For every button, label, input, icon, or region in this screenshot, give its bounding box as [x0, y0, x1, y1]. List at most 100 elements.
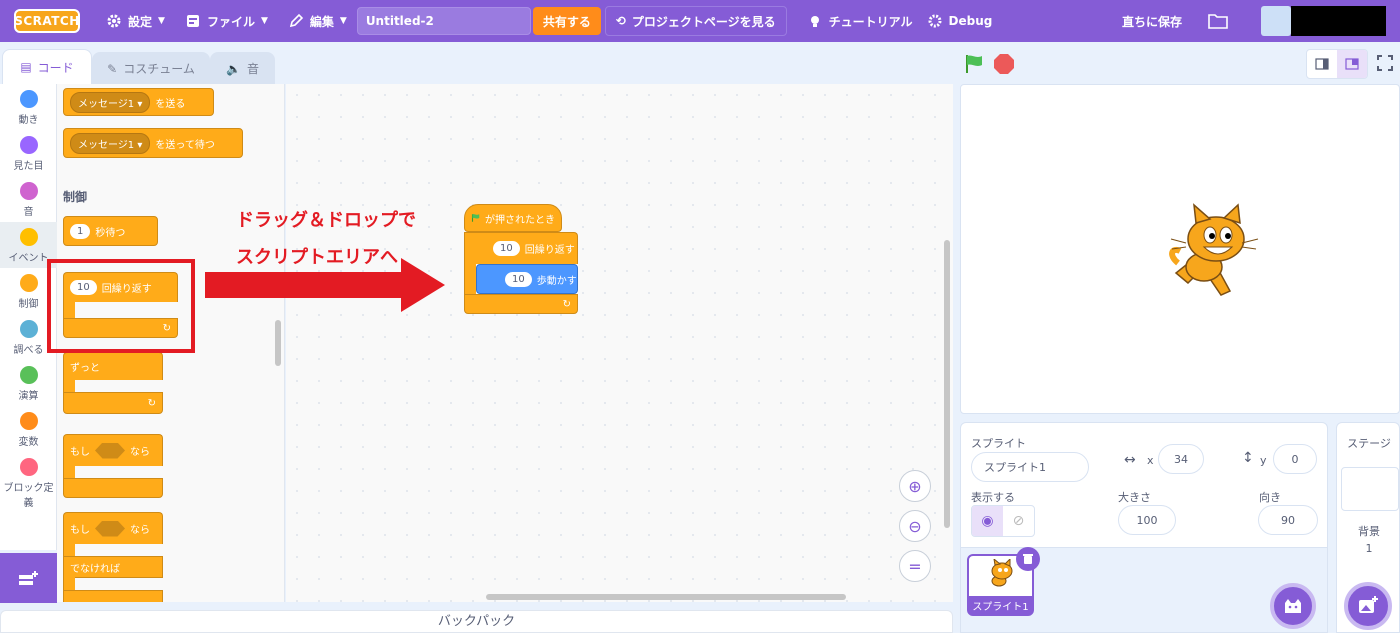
control-section-label: 制御: [63, 190, 88, 204]
tab-code[interactable]: ▤ コード: [2, 49, 92, 84]
cat-sprite[interactable]: [1166, 203, 1261, 299]
tutorials-menu[interactable]: チュートリアル: [797, 0, 923, 42]
scratch-logo[interactable]: SCRATCH: [14, 9, 80, 33]
user-name-redacted[interactable]: [1291, 6, 1386, 36]
zoom-in-button[interactable]: ⊕: [899, 470, 931, 502]
sprite-label: スプライト: [971, 437, 1026, 450]
broadcast-block[interactable]: メッセージ1 ▾ を送る: [63, 88, 214, 116]
condition-slot[interactable]: [95, 520, 125, 537]
category-sound[interactable]: 音: [0, 176, 57, 222]
category-looks[interactable]: 見た目: [0, 130, 57, 176]
folder-icon[interactable]: [1208, 12, 1228, 30]
zoom-reset-button[interactable]: =: [899, 550, 931, 582]
small-stage-button[interactable]: [1307, 50, 1337, 78]
tab-sounds[interactable]: 🔈 音: [210, 52, 275, 84]
debug-menu[interactable]: Debug: [923, 0, 1003, 42]
eye-icon: ◉: [981, 513, 994, 529]
forever-block[interactable]: ずっと: [63, 352, 163, 380]
hide-button[interactable]: ⊘: [1003, 506, 1034, 536]
share-button[interactable]: 共有する: [532, 7, 601, 35]
direction-field[interactable]: 90: [1258, 505, 1318, 535]
sprite-tile-name: スプライト1: [969, 596, 1032, 614]
forever-block-footer: ↻: [63, 392, 163, 414]
zoom-out-button[interactable]: ⊖: [899, 510, 931, 542]
arrows-vertical-icon: ↕: [1242, 450, 1254, 466]
debug-gear-icon: [928, 14, 942, 28]
category-dot: [19, 274, 38, 292]
avatar[interactable]: [1261, 6, 1291, 36]
if-then-block[interactable]: もし なら: [63, 434, 163, 466]
script-vertical-scrollbar[interactable]: [944, 240, 950, 528]
cat-thumbnail: [991, 559, 1013, 587]
broadcast-and-wait-block[interactable]: メッセージ1 ▾ を送って待つ: [63, 128, 243, 158]
hat-label: が押されたとき: [485, 214, 555, 226]
else-label: でなければ: [70, 563, 120, 575]
x-position-field[interactable]: 34: [1158, 444, 1204, 474]
save-now-button[interactable]: 直ちに保存: [1122, 0, 1182, 42]
delete-sprite-button[interactable]: [1016, 547, 1040, 571]
debug-label: Debug: [948, 14, 993, 28]
script-repeat-block[interactable]: 10 回繰り返す: [464, 232, 578, 264]
small-stage-icon: [1315, 58, 1329, 70]
if-else-block[interactable]: もし なら: [63, 512, 163, 544]
then-label: なら: [130, 525, 150, 536]
if-else-block-footer: [63, 590, 163, 602]
file-menu[interactable]: ファイル ▼: [175, 0, 278, 42]
y-position-field[interactable]: 0: [1273, 444, 1317, 474]
speaker-icon: 🔈: [226, 61, 241, 76]
settings-menu[interactable]: 設定 ▼: [96, 0, 175, 42]
script-move-steps-input[interactable]: 10: [505, 271, 532, 287]
script-area[interactable]: [286, 84, 953, 602]
tab-code-label: コード: [37, 60, 74, 75]
add-backdrop-button[interactable]: [1344, 582, 1392, 630]
script-repeat-count-input[interactable]: 10: [493, 241, 520, 256]
if-else-block-arm: [63, 543, 75, 557]
category-operators[interactable]: 演算: [0, 360, 57, 406]
edit-menu[interactable]: 編集 ▼: [278, 0, 357, 42]
script-horizontal-scrollbar[interactable]: [486, 594, 846, 600]
category-dot: [19, 412, 38, 430]
stop-button[interactable]: [994, 54, 1014, 74]
category-variables[interactable]: 変数: [0, 406, 57, 452]
script-move-block[interactable]: 10 歩動かす: [476, 264, 578, 294]
tab-costumes[interactable]: ✎ コスチューム: [92, 52, 210, 84]
normal-stage-button[interactable]: [1337, 50, 1367, 78]
forever-block-arm: [63, 379, 75, 393]
pencil-icon: [289, 13, 304, 28]
stage-canvas[interactable]: [960, 84, 1400, 414]
wait-seconds-input[interactable]: 1: [70, 223, 91, 239]
settings-label: 設定: [128, 14, 153, 29]
loop-arrow-icon: ↻: [147, 397, 156, 409]
condition-slot[interactable]: [95, 442, 125, 459]
backpack[interactable]: バックパック: [0, 610, 953, 633]
script-repeat-footer: ↻: [464, 294, 578, 314]
green-flag-button[interactable]: [963, 53, 985, 75]
show-button[interactable]: ◉: [972, 506, 1003, 536]
project-page-button[interactable]: ⟲ プロジェクトページを見る: [604, 6, 787, 36]
loop-arrow-icon: ↻: [562, 298, 571, 310]
file-icon: [186, 15, 199, 27]
highlight-box: [47, 259, 195, 353]
category-dot: [19, 136, 38, 154]
sprite-name-field[interactable]: スプライト1: [971, 452, 1089, 482]
project-title-input[interactable]: [356, 7, 531, 35]
stage-thumbnail[interactable]: [1341, 467, 1399, 511]
file-label: ファイル: [206, 14, 255, 29]
fullscreen-icon[interactable]: [1374, 52, 1396, 74]
normal-stage-icon: [1345, 58, 1359, 70]
wait-block[interactable]: 1 秒待つ: [63, 216, 158, 246]
lightbulb-icon: [810, 16, 819, 27]
category-label: 制御: [18, 299, 39, 310]
message-dropdown[interactable]: メッセージ1 ▾: [70, 91, 151, 113]
when-flag-clicked-block[interactable]: が押されたとき: [464, 204, 562, 232]
add-sprite-button[interactable]: [1270, 583, 1316, 629]
palette-scrollbar[interactable]: [275, 320, 281, 366]
editor-tabs: ▤ コード ✎ コスチューム 🔈 音: [0, 42, 960, 84]
category-my-blocks[interactable]: ブロック定義: [0, 452, 57, 512]
message-dropdown[interactable]: メッセージ1 ▾: [70, 132, 151, 154]
chevron-down-icon: ▼: [339, 16, 347, 26]
size-field[interactable]: 100: [1118, 505, 1176, 535]
add-extension-button[interactable]: [0, 553, 57, 603]
y-label: y: [1260, 454, 1267, 467]
category-motion[interactable]: 動き: [0, 84, 57, 130]
